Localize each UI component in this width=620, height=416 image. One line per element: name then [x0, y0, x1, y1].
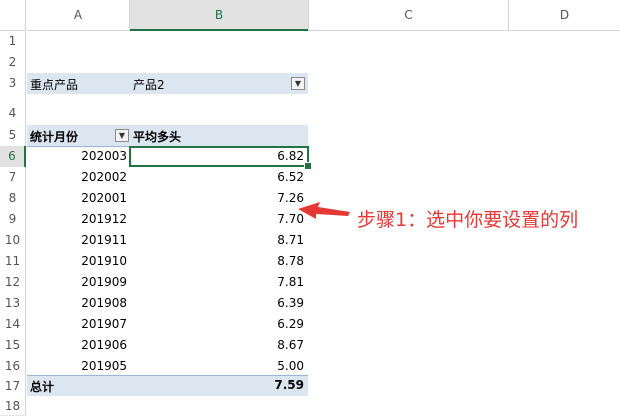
pivot-value-cell[interactable]: 5.00	[212, 359, 304, 373]
row-header-8[interactable]: 8	[0, 188, 26, 209]
pivot-month-cell[interactable]: 201909	[33, 275, 127, 289]
total-label: 总计	[30, 380, 55, 394]
column-header-c[interactable]: C	[309, 0, 508, 31]
fill-handle[interactable]	[304, 162, 312, 170]
column-divider	[508, 0, 509, 31]
row-header-9[interactable]: 9	[0, 209, 26, 230]
row-header-1[interactable]: 1	[0, 31, 26, 52]
pivot-month-cell[interactable]: 202003	[33, 149, 127, 163]
row-header-3[interactable]: 3	[0, 73, 26, 94]
column-header-d[interactable]: D	[509, 0, 620, 31]
pivot-month-cell[interactable]: 202001	[33, 191, 127, 205]
row-header-15[interactable]: 15	[0, 335, 26, 356]
row-header-4[interactable]: 4	[0, 94, 26, 125]
pivot-value-cell[interactable]: 8.78	[212, 254, 304, 268]
row-header-14[interactable]: 14	[0, 314, 26, 335]
pivot-month-cell[interactable]: 201911	[33, 233, 127, 247]
row-header-6[interactable]: 6	[0, 146, 26, 167]
pivot-month-cell[interactable]: 201907	[33, 317, 127, 331]
annotation-text: 步骤1：选中你要设置的列	[357, 209, 579, 231]
filter-dropdown-icon[interactable]: ▼	[291, 77, 305, 90]
pivot-row-header: 统计月份	[30, 130, 79, 144]
total-value: 7.59	[274, 378, 304, 392]
pivot-month-cell[interactable]: 201906	[33, 338, 127, 352]
pivot-value-cell[interactable]: 6.29	[212, 317, 304, 331]
column-divider	[308, 0, 309, 31]
pivot-month-cell[interactable]: 201908	[33, 296, 127, 310]
active-cell-selection[interactable]	[129, 146, 309, 167]
filter-label: 重点产品	[30, 78, 79, 92]
pivot-month-cell[interactable]: 201905	[33, 359, 127, 373]
pivot-month-cell[interactable]: 201910	[33, 254, 127, 268]
pivot-value-cell[interactable]: 8.67	[212, 338, 304, 352]
row-header-10[interactable]: 10	[0, 230, 26, 251]
column-header-b[interactable]: B	[130, 0, 308, 31]
pivot-month-cell[interactable]: 201912	[33, 212, 127, 226]
red-arrow-icon	[298, 202, 350, 219]
pivot-value-cell[interactable]: 8.71	[212, 233, 304, 247]
row-header-18[interactable]: 18	[0, 397, 26, 415]
row-header-2[interactable]: 2	[0, 52, 26, 73]
row-header-7[interactable]: 7	[0, 167, 26, 188]
column-header-a[interactable]: A	[27, 0, 129, 31]
row-header-5[interactable]: 5	[0, 125, 26, 146]
row-filter-icon[interactable]: ▼	[115, 129, 129, 142]
pivot-month-cell[interactable]: 202002	[33, 170, 127, 184]
filter-value: 产品2	[133, 78, 165, 92]
corner-select-all[interactable]	[0, 0, 26, 31]
pivot-value-cell[interactable]: 6.39	[212, 296, 304, 310]
pivot-value-cell[interactable]: 6.52	[212, 170, 304, 184]
pivot-value-cell[interactable]: 7.81	[212, 275, 304, 289]
pivot-value-header: 平均多头	[133, 130, 182, 144]
row-header-16[interactable]: 16	[0, 356, 26, 376]
row-header-13[interactable]: 13	[0, 293, 26, 314]
row-header-11[interactable]: 11	[0, 251, 26, 272]
column-divider	[129, 0, 130, 31]
row-header-17[interactable]: 17	[0, 376, 26, 397]
row-header-12[interactable]: 12	[0, 272, 26, 293]
